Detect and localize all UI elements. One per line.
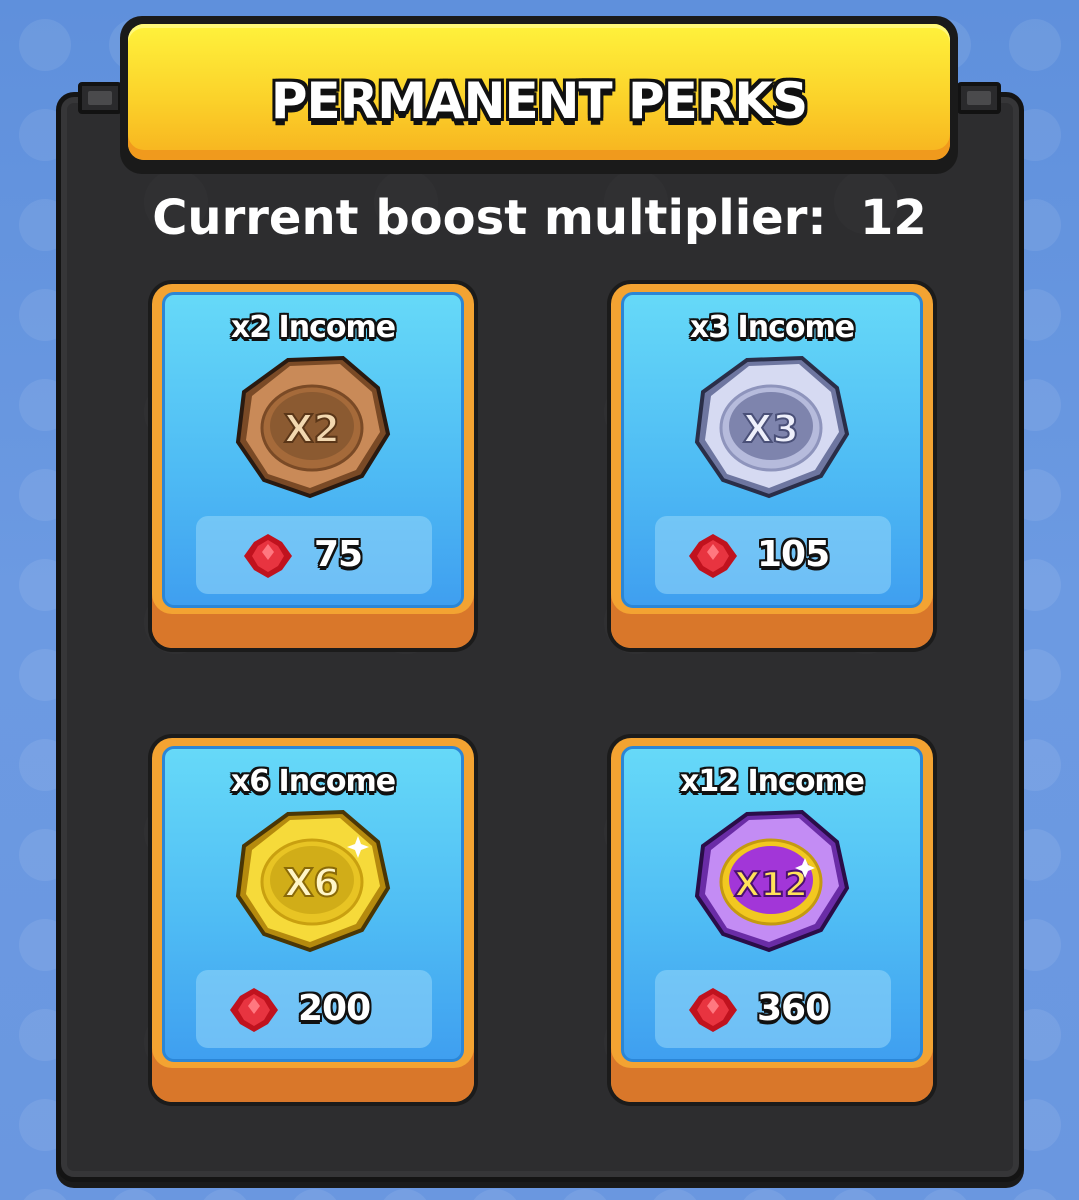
price-box: 105 (655, 516, 891, 594)
banner-hinge-right (957, 82, 1001, 114)
medal-badge-text: X12 (734, 865, 808, 905)
silver-x3-medal-icon: X3 (694, 355, 850, 499)
red-gem-icon (230, 988, 278, 1032)
page-title: PERMANENT PERKS (270, 72, 808, 130)
perk-card-x2[interactable]: x2 Income X2 75 (148, 280, 478, 652)
banner-hinge-left (78, 82, 122, 114)
medal-badge-text: X6 (284, 861, 340, 905)
medal-badge-text: X2 (284, 407, 340, 451)
red-gem-icon (689, 988, 737, 1032)
bronze-x2-medal-icon: X2 (235, 355, 391, 499)
perk-card-x3[interactable]: x3 Income X3 105 (607, 280, 937, 652)
perk-title: x6 Income (230, 764, 396, 799)
perk-title: x2 Income (230, 310, 396, 345)
medal-badge-text: X3 (743, 407, 799, 451)
title-banner: PERMANENT PERKS (120, 16, 958, 174)
perk-price: 75 (314, 534, 363, 575)
price-box: 200 (196, 970, 432, 1048)
perk-title: x3 Income (689, 310, 855, 345)
price-box: 360 (655, 970, 891, 1048)
red-gem-icon (689, 534, 737, 578)
multiplier-value: 12 (860, 190, 927, 246)
perk-price: 360 (757, 988, 830, 1029)
perk-card-x6[interactable]: x6 Income X6 200 (148, 734, 478, 1106)
perk-price: 105 (757, 534, 830, 575)
multiplier-label: Current boost multiplier: (152, 190, 827, 246)
perk-card-x12[interactable]: x12 Income X12 360 (607, 734, 937, 1106)
purple-x12-medal-icon: X12 (694, 809, 850, 953)
price-box: 75 (196, 516, 432, 594)
gold-x6-medal-icon: X6 (235, 809, 391, 953)
perk-price: 200 (298, 988, 371, 1029)
boost-multiplier-text: Current boost multiplier: 12 (0, 190, 1079, 246)
red-gem-icon (244, 534, 292, 578)
perk-title: x12 Income (679, 764, 865, 799)
